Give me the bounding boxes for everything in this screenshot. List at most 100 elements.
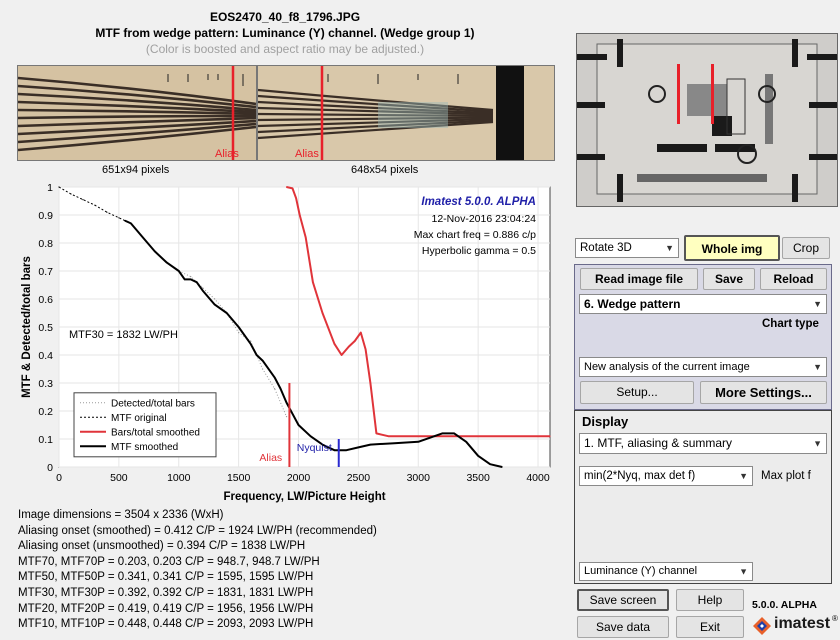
chart-thumbnail[interactable] — [576, 33, 838, 207]
y-tick-label: 1 — [47, 182, 53, 194]
display-select[interactable]: 1. MTF, aliasing & summary ▼ — [579, 433, 827, 454]
alias-label-left: Alias — [215, 148, 239, 160]
data-point — [360, 332, 362, 334]
x-axis-label: Frequency, LW/Picture Height — [223, 491, 385, 503]
chevron-down-icon: ▼ — [813, 438, 822, 448]
x-tick-label: 1000 — [167, 472, 191, 484]
data-point — [202, 287, 204, 289]
channel-select[interactable]: Luminance (Y) channel ▼ — [579, 562, 753, 581]
file-title: EOS2470_40_f8_1796.JPG — [209, 10, 361, 24]
data-point — [348, 346, 350, 348]
chevron-down-icon: ▼ — [739, 471, 748, 481]
wedge-image-left: Alias — [17, 65, 257, 161]
mtf30-label: MTF30 = 1832 LW/PH — [69, 329, 178, 341]
data-point — [364, 348, 367, 350]
y-tick-label: 0.4 — [38, 350, 53, 362]
data-point — [489, 463, 491, 465]
imatest-logo: imatest ® — [752, 614, 838, 636]
imatest-brand-label: Imatest 5.0.0. ALPHA — [421, 196, 536, 208]
max-plot-value: min(2*Nyq, max det f) — [584, 470, 696, 482]
data-point — [417, 435, 419, 437]
setup-button[interactable]: Setup... — [580, 381, 694, 404]
data-point — [178, 270, 180, 272]
data-point — [489, 435, 491, 437]
save-button[interactable]: Save — [703, 268, 755, 290]
y-tick-label: 0.7 — [38, 266, 53, 278]
data-point — [70, 193, 72, 195]
data-point — [375, 432, 377, 434]
x-tick-label: 3500 — [466, 472, 490, 484]
whole-img-button[interactable]: Whole img — [684, 235, 780, 261]
data-point — [184, 278, 186, 280]
x-tick-label: 2000 — [287, 472, 311, 484]
data-point — [333, 343, 336, 345]
chevron-down-icon: ▼ — [813, 299, 822, 309]
data-point — [82, 199, 84, 201]
data-point — [321, 312, 324, 314]
y-tick-label: 0.3 — [38, 378, 53, 390]
help-button[interactable]: Help — [676, 589, 744, 611]
x-tick-label: 4000 — [526, 472, 550, 484]
stats-block: Image dimensions = 3504 x 2336 (WxH) Ali… — [18, 508, 377, 633]
reload-button[interactable]: Reload — [760, 268, 827, 290]
data-point — [333, 449, 336, 451]
max-plot-label: Max plot f — [761, 470, 811, 482]
data-point — [214, 298, 216, 300]
alias-marker-label: Alias — [259, 452, 282, 464]
data-point — [299, 214, 301, 216]
display-value: 1. MTF, aliasing & summary — [584, 436, 733, 450]
y-tick-label: 0.5 — [38, 322, 53, 334]
data-point — [453, 435, 455, 437]
data-point — [94, 204, 96, 206]
data-point — [250, 343, 252, 345]
data-point — [477, 455, 479, 457]
alias-label-right: Alias — [295, 148, 319, 160]
read-image-button[interactable]: Read image file — [580, 268, 698, 290]
stat-line: MTF10, MTF10P = 0.448, 0.448 C/P = 2093,… — [18, 618, 314, 631]
data-point — [309, 435, 312, 437]
chevron-down-icon: ▼ — [739, 566, 748, 576]
y-tick-label: 0.8 — [38, 238, 53, 250]
legend-label: Bars/total smoothed — [111, 427, 200, 438]
data-point — [357, 446, 359, 448]
data-point — [305, 236, 307, 238]
stat-line: MTF30, MTF30P = 0.392, 0.392 C/P = 1831,… — [18, 586, 314, 599]
color-note: (Color is boosted and aspect ratio may b… — [145, 42, 425, 56]
data-point — [124, 220, 126, 222]
data-point — [393, 442, 395, 444]
rotate-select[interactable]: Rotate 3D ▼ — [575, 238, 679, 258]
chart-type-value: 6. Wedge pattern — [584, 297, 681, 311]
data-point — [297, 424, 300, 426]
data-point — [261, 368, 264, 370]
legend-label: MTF original — [111, 413, 167, 424]
chart-type-label: Chart type — [762, 318, 819, 330]
data-point — [154, 250, 156, 252]
max-plot-select[interactable]: min(2*Nyq, max det f) ▼ — [579, 466, 753, 486]
chart-type-select[interactable]: 6. Wedge pattern ▼ — [579, 294, 827, 314]
stat-line: MTF70, MTF70P = 0.203, 0.203 C/P = 948.7… — [18, 555, 320, 568]
exit-button[interactable]: Exit — [676, 616, 744, 638]
mtf-chart: 0 500 1000 1500 2000 2500 3000 3500 4000 0 0.1 0.2… — [21, 182, 551, 503]
data-point — [441, 432, 443, 434]
stat-line: Aliasing onset (unsmoothed) = 0.394 C/P … — [18, 540, 306, 553]
data-point — [226, 312, 228, 314]
wedge-image-right: Alias — [257, 65, 555, 161]
data-point — [285, 186, 288, 188]
save-screen-button[interactable]: Save screen — [577, 589, 669, 611]
data-point — [417, 441, 419, 443]
data-point — [465, 441, 467, 443]
crop-button[interactable]: Crop — [782, 237, 830, 259]
stat-line: Image dimensions = 3504 x 2336 (WxH) — [18, 509, 224, 521]
data-point — [261, 360, 264, 362]
channel-value: Luminance (Y) channel — [584, 565, 698, 577]
analysis-select[interactable]: New analysis of the current image ▼ — [579, 357, 827, 377]
more-settings-button[interactable]: More Settings... — [700, 381, 827, 404]
registered-mark: ® — [832, 614, 838, 623]
data-point — [345, 449, 348, 451]
y-tick-label: 0.2 — [38, 406, 53, 418]
data-point — [285, 402, 288, 404]
data-point — [369, 444, 371, 446]
save-data-button[interactable]: Save data — [577, 616, 669, 638]
display-label: Display — [582, 414, 629, 429]
chevron-down-icon: ▼ — [813, 362, 822, 372]
